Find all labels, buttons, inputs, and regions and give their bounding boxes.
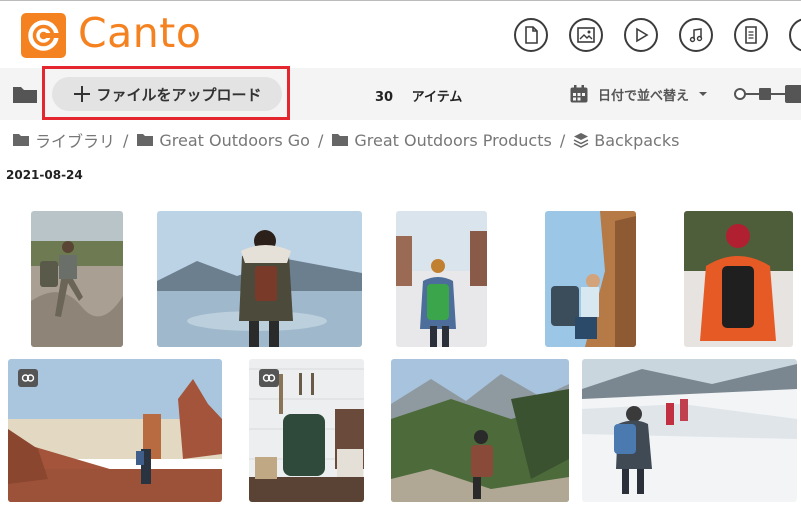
upload-file-button[interactable]: ファイルをアップロード (52, 77, 282, 111)
date-group-heading: 2021-08-24 (6, 168, 83, 182)
breadcrumb-separator: / (559, 130, 566, 150)
asset-thumbnail-hiker-rocks[interactable] (31, 211, 123, 347)
link-icon (21, 374, 35, 382)
image-filter-button[interactable] (569, 18, 603, 52)
caret-down-icon (699, 92, 708, 96)
thumbnail-size-slider[interactable] (733, 82, 801, 110)
toolbar: ファイルをアップロード 30 アイテム 日付で並べ替え (0, 66, 801, 120)
asset-thumbnail-backpack-wall[interactable] (249, 359, 364, 502)
breadcrumb-item-great-outdoors-go[interactable]: Great Outdoors Go (136, 131, 310, 150)
asset-thumbnail-orange-jacket[interactable] (684, 211, 793, 347)
linked-asset-badge (259, 369, 279, 387)
folder-icon (137, 134, 154, 146)
more-filter-button[interactable] (789, 18, 801, 52)
asset-thumbnail-green-backpack[interactable] (396, 211, 487, 347)
asset-thumbnail-snowy-slope[interactable] (582, 359, 797, 502)
sort-label: 日付で並べ替え (598, 88, 690, 104)
audio-icon (689, 28, 703, 43)
other-file-icon (745, 26, 757, 44)
plus-icon (74, 86, 91, 102)
link-icon (262, 374, 276, 382)
breadcrumb-label: ライブラリ (35, 132, 116, 151)
folder-toggle-button[interactable] (12, 84, 38, 108)
asset-thumbnail-smiling-hiker[interactable] (545, 211, 636, 347)
other-file-filter-button[interactable] (734, 18, 768, 52)
calendar-icon (570, 85, 588, 103)
app-header: Canto (0, 0, 801, 68)
breadcrumb-item-great-outdoors-products[interactable]: Great Outdoors Products (331, 130, 552, 150)
audio-filter-button[interactable] (679, 18, 713, 52)
breadcrumb-label: Great Outdoors Products (354, 130, 552, 150)
breadcrumb-label: Backpacks (594, 130, 680, 150)
breadcrumb-separator: / (317, 130, 324, 150)
item-count-number: 30 (375, 90, 394, 105)
item-count: 30 アイテム (375, 86, 462, 105)
image-icon (577, 27, 595, 43)
video-filter-button[interactable] (624, 18, 658, 52)
asset-thumbnail-woman-lake[interactable] (157, 211, 362, 347)
document-filter-button[interactable] (514, 18, 548, 52)
breadcrumb: ライブラリ / Great Outdoors Go / Great Outdoo… (12, 128, 679, 152)
breadcrumb-item-library[interactable]: ライブラリ (12, 128, 115, 152)
document-icon (525, 26, 538, 44)
breadcrumb-separator: / (123, 130, 129, 150)
album-stack-icon (573, 133, 589, 148)
breadcrumb-label: Great Outdoors Go (159, 130, 310, 150)
asset-thumbnail-mountain-valley[interactable] (391, 359, 569, 502)
upload-file-label: ファイルをアップロード (96, 85, 262, 104)
canto-logo-icon (21, 13, 66, 58)
video-icon (636, 27, 649, 43)
asset-thumbnail-desert[interactable] (8, 359, 222, 502)
sort-dropdown[interactable]: 日付で並べ替え (569, 84, 708, 104)
folder-icon (332, 134, 349, 146)
linked-asset-badge (18, 369, 38, 387)
item-count-label: アイテム (411, 90, 463, 105)
brand-name: Canto (78, 9, 202, 57)
folder-icon (13, 87, 37, 103)
folder-icon (13, 134, 29, 146)
breadcrumb-item-backpacks[interactable]: Backpacks (573, 131, 679, 150)
